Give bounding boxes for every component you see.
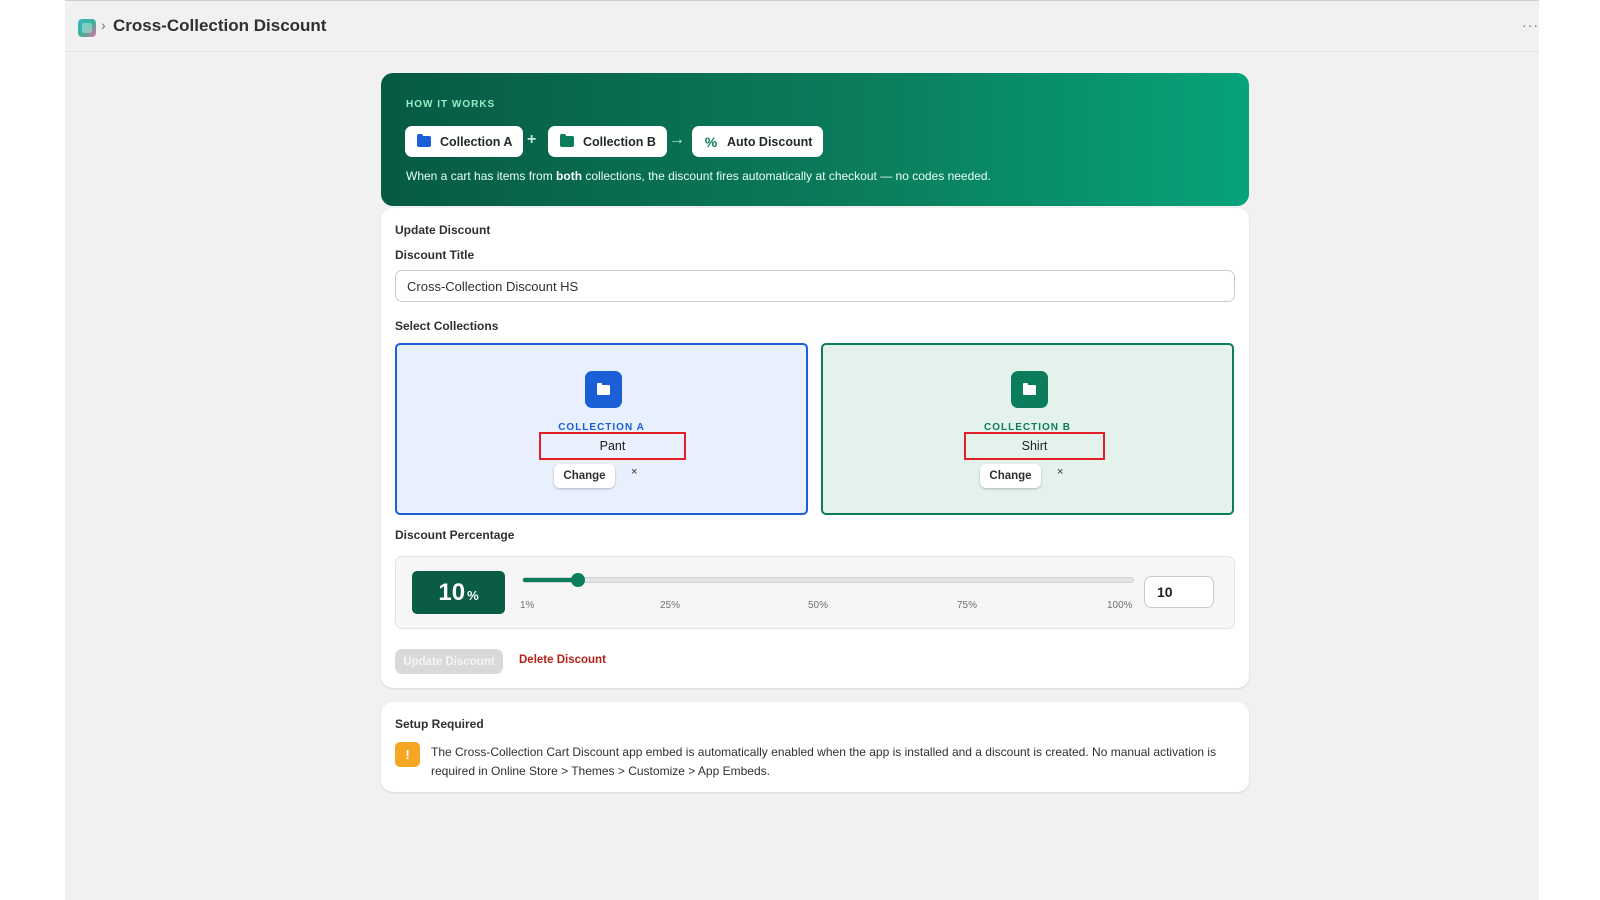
- collection-a-remove-icon[interactable]: ×: [631, 466, 637, 478]
- chip-auto-discount: % Auto Discount: [692, 126, 824, 157]
- collection-b-card[interactable]: COLLECTION B Shirt Change ×: [821, 343, 1234, 515]
- collection-a-change-button[interactable]: Change: [554, 464, 615, 488]
- collection-b-name: Shirt: [964, 432, 1105, 460]
- plus-icon: +: [527, 131, 537, 148]
- discount-title-label: Discount Title: [395, 248, 475, 262]
- arrow-right-icon: →: [669, 131, 685, 148]
- page-title: Cross-Collection Discount: [113, 16, 327, 35]
- chip-collection-b: Collection B: [548, 126, 667, 157]
- select-collections-label: Select Collections: [395, 319, 499, 333]
- percentage-input[interactable]: [1144, 576, 1214, 608]
- desc-bold: both: [556, 169, 583, 183]
- collection-a-card[interactable]: COLLECTION A Pant Change ×: [395, 343, 808, 515]
- how-it-works-description: When a cart has items from both collecti…: [406, 169, 991, 183]
- warning-icon: !: [395, 742, 420, 767]
- folder-icon: [560, 134, 574, 147]
- how-it-works-banner: HOW IT WORKS Collection A + Collection B…: [381, 73, 1249, 206]
- percentage-badge-sign: %: [467, 588, 479, 603]
- desc-text: When a cart has items from: [406, 169, 557, 183]
- app-logo-icon[interactable]: [78, 19, 96, 37]
- section-title: Update Discount: [395, 223, 491, 237]
- slider-thumb[interactable]: [571, 573, 586, 587]
- chip-label: Collection B: [583, 134, 656, 149]
- percentage-panel: 10 % 1% 25% 50% 75% 100%: [395, 556, 1235, 629]
- slider-tick-label: 1%: [520, 600, 535, 611]
- folder-icon: [585, 371, 622, 408]
- collection-b-remove-icon[interactable]: ×: [1057, 466, 1063, 478]
- desc-text: collections, the discount fires automati…: [582, 169, 991, 183]
- breadcrumb-separator: ›: [101, 17, 106, 33]
- chip-label: Collection A: [440, 134, 513, 149]
- app-frame: › Cross-Collection Discount ··· HOW IT W…: [65, 0, 1539, 900]
- more-actions-icon[interactable]: ···: [1522, 17, 1539, 33]
- update-discount-button[interactable]: Update Discount: [395, 649, 503, 674]
- percent-icon: %: [704, 133, 718, 150]
- update-discount-card: Update Discount Discount Title Select Co…: [381, 208, 1249, 688]
- setup-description: The Cross-Collection Cart Discount app e…: [431, 745, 1217, 778]
- folder-icon: [417, 134, 431, 147]
- slider-tick-label: 25%: [660, 600, 681, 611]
- discount-title-input[interactable]: [395, 270, 1235, 302]
- percentage-badge: 10 %: [412, 571, 505, 614]
- slider-fill: [523, 578, 579, 582]
- setup-required-card: Setup Required ! The Cross-Collection Ca…: [381, 702, 1249, 792]
- delete-discount-link[interactable]: Delete Discount: [519, 654, 606, 666]
- how-it-works-kicker: HOW IT WORKS: [406, 99, 496, 110]
- slider-tick-label: 50%: [808, 600, 829, 611]
- percentage-badge-value: 10: [438, 579, 466, 606]
- setup-title: Setup Required: [395, 717, 484, 731]
- collection-a-name: Pant: [539, 432, 686, 460]
- top-bar: › Cross-Collection Discount ···: [65, 0, 1539, 52]
- folder-icon: [1011, 371, 1048, 408]
- slider-tick-label: 100%: [1107, 600, 1133, 611]
- chip-label: Auto Discount: [727, 134, 813, 149]
- percentage-slider[interactable]: [522, 573, 1134, 587]
- chip-collection-a: Collection A: [405, 126, 524, 157]
- slider-tick-label: 75%: [957, 600, 978, 611]
- discount-percentage-label: Discount Percentage: [395, 528, 515, 542]
- collection-b-change-button[interactable]: Change: [980, 464, 1041, 488]
